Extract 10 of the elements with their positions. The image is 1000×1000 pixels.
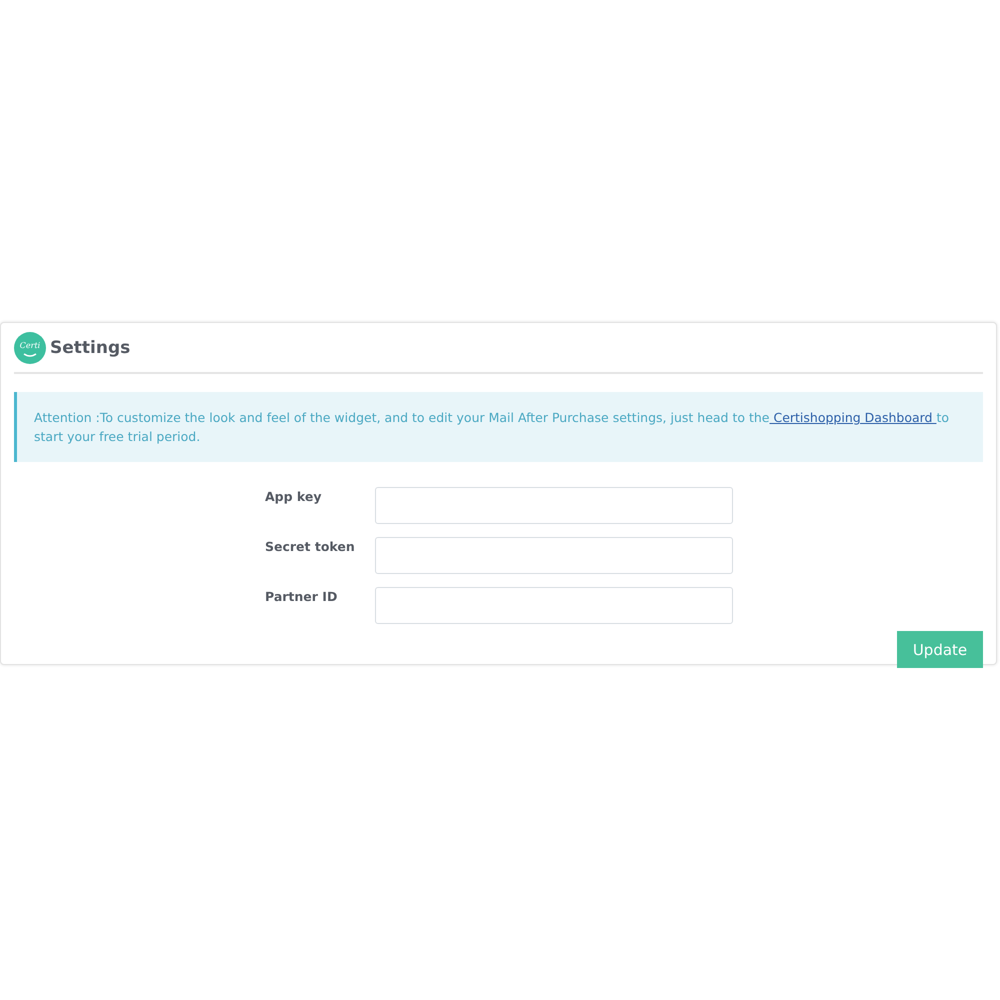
attention-message: Attention :To customize the look and feel of the widget, and to edit your Mail After Purchase settings, just head to the Certishopping Dashboard to start your free trial period. <box>14 392 983 462</box>
logo-icon: Certi <box>14 332 46 364</box>
field-label: Partner ID <box>265 588 338 606</box>
field-label: App key <box>265 488 323 506</box>
input-field[interactable] <box>375 537 733 574</box>
input-field[interactable] <box>375 487 733 524</box>
field-label: Secret token <box>265 538 356 556</box>
dashboard-link[interactable]: Certishopping Dashboard <box>770 410 936 425</box>
panel-title: Settings <box>50 338 130 358</box>
input-field[interactable] <box>375 587 733 624</box>
